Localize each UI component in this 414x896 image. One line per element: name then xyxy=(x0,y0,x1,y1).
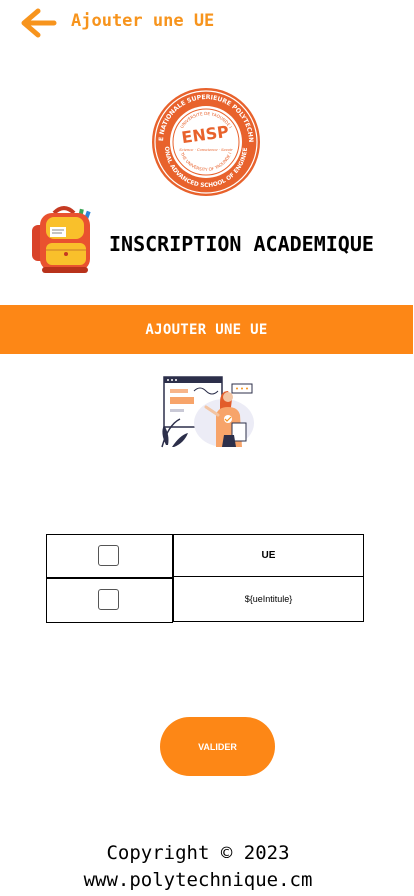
app-title: INSCRIPTION ACADEMIQUE xyxy=(109,232,374,256)
logo-motto-text: Science · Conscience · Savoir xyxy=(179,148,233,152)
validate-button[interactable]: VALIDER xyxy=(160,717,275,776)
page-heading: Ajouter une UE xyxy=(71,11,215,31)
backpack-icon xyxy=(28,203,98,275)
back-button[interactable] xyxy=(18,8,60,38)
section-bar-label: AJOUTER UNE UE xyxy=(145,321,268,338)
ensp-logo: ECOLE NATIONALE SUPERIEURE POLYTECHNIQUE… xyxy=(146,81,263,198)
copyright-text: Copyright © 2023 xyxy=(106,842,290,864)
ue-row-checkbox-cell xyxy=(46,578,173,623)
ue-row-label: ${ueIntitule} xyxy=(173,576,364,622)
footer: Copyright © 2023 www.polytechnique.cm xyxy=(0,840,396,894)
website-link[interactable]: www.polytechnique.cm xyxy=(0,867,396,894)
ue-row-checkbox[interactable] xyxy=(98,589,119,610)
section-bar: AJOUTER UNE UE xyxy=(0,305,413,354)
ue-column-header: UE xyxy=(173,534,364,577)
select-all-checkbox[interactable] xyxy=(98,545,119,566)
arrow-left-icon xyxy=(21,8,57,38)
teacher-illustration xyxy=(158,375,256,449)
select-all-cell xyxy=(46,534,173,578)
validate-button-label: VALIDER xyxy=(198,741,237,752)
